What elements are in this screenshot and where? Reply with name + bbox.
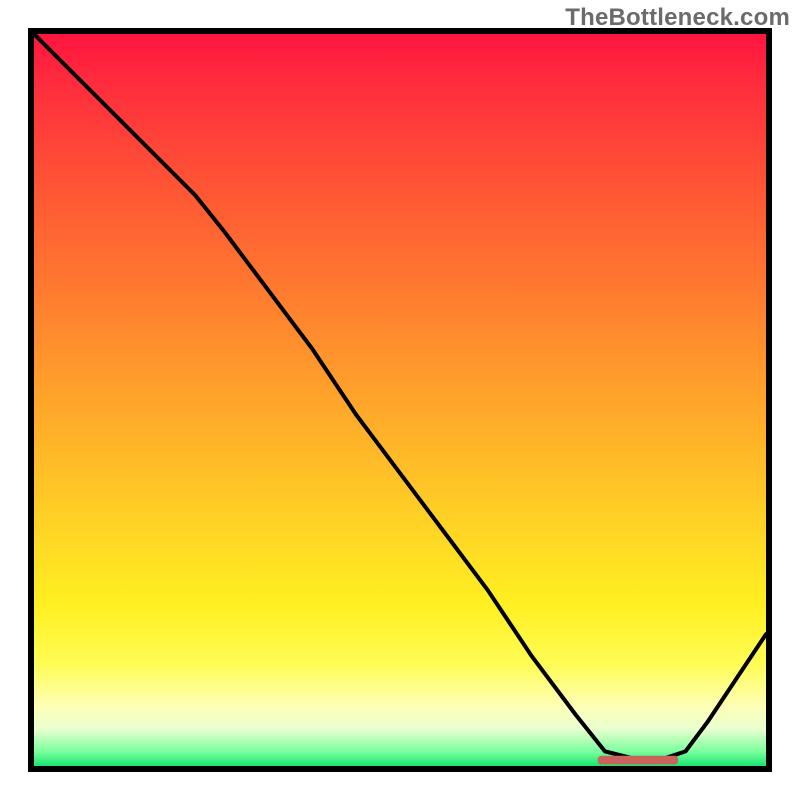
chart-frame: TheBottleneck.com bbox=[0, 0, 800, 800]
highlight-marker bbox=[598, 756, 679, 765]
plot-area bbox=[28, 28, 772, 772]
watermark-text: TheBottleneck.com bbox=[565, 4, 790, 32]
marker-layer-svg bbox=[34, 34, 766, 766]
